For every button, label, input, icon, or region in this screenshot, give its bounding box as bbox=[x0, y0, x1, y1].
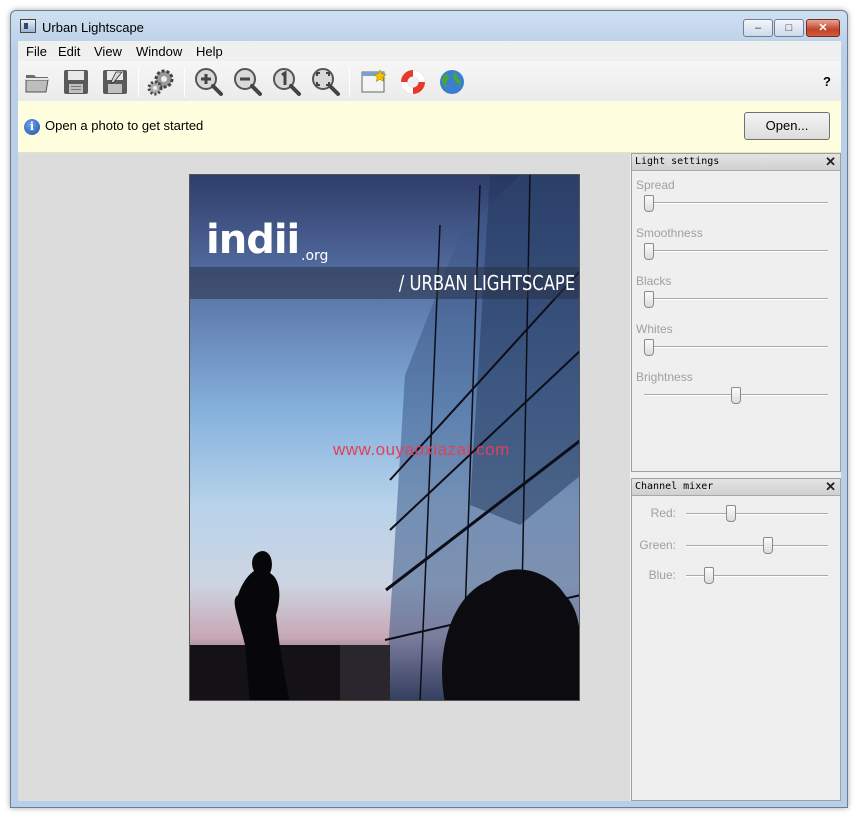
brightness-slider-handle[interactable] bbox=[731, 387, 741, 404]
save-icon[interactable] bbox=[60, 67, 92, 97]
whites-slider-track[interactable] bbox=[644, 346, 828, 348]
blue-slider-handle[interactable] bbox=[704, 567, 715, 584]
zoom-fit-icon[interactable] bbox=[310, 67, 342, 97]
menu-edit[interactable]: Edit bbox=[58, 44, 80, 59]
green-slider-handle[interactable] bbox=[762, 537, 773, 554]
close-icon[interactable]: ✕ bbox=[825, 154, 836, 170]
panel-title: Light settings bbox=[635, 156, 720, 167]
image-canvas[interactable]: indii .org / URBAN LIGHTSCAPE www.ouyaox… bbox=[18, 153, 630, 801]
open-button[interactable]: Open... bbox=[744, 112, 830, 140]
photo-brand: indii bbox=[206, 217, 300, 263]
blacks-slider-track[interactable] bbox=[644, 298, 828, 300]
panel-header[interactable]: Channel mixer ✕ bbox=[632, 479, 840, 496]
slider-label: Spread bbox=[636, 178, 675, 192]
toolbar-separator bbox=[349, 67, 350, 97]
minimize-button[interactable]: – bbox=[743, 19, 773, 37]
preview-image: indii .org / URBAN LIGHTSCAPE bbox=[189, 174, 580, 701]
slider-label: Brightness bbox=[636, 370, 693, 384]
info-bar: i Open a photo to get started Open... bbox=[18, 101, 841, 153]
menu-view[interactable]: View bbox=[94, 44, 122, 59]
zoom-actual-icon[interactable] bbox=[271, 67, 303, 97]
lifebuoy-icon[interactable] bbox=[397, 67, 429, 97]
close-icon[interactable]: ✕ bbox=[825, 479, 836, 495]
open-folder-icon[interactable] bbox=[22, 67, 54, 97]
slider-label: Smoothness bbox=[636, 226, 703, 240]
channel-mixer-panel: Channel mixer ✕ Red: Green: Blue: bbox=[631, 478, 841, 801]
menu-file[interactable]: File bbox=[26, 44, 47, 59]
toolbar-separator bbox=[184, 67, 185, 97]
green-label: Green: bbox=[639, 538, 676, 552]
toolbar-separator bbox=[138, 67, 139, 97]
red-label: Red: bbox=[650, 506, 676, 520]
panel-header[interactable]: Light settings ✕ bbox=[632, 154, 840, 171]
close-button[interactable]: ✕ bbox=[806, 19, 840, 37]
save-as-icon[interactable] bbox=[99, 67, 131, 97]
app-window: Urban Lightscape – □ ✕ File Edit View Wi… bbox=[10, 10, 848, 808]
globe-icon[interactable] bbox=[436, 67, 468, 97]
maximize-button[interactable]: □ bbox=[774, 19, 804, 37]
whites-slider-handle[interactable] bbox=[644, 339, 654, 356]
zoom-in-icon[interactable] bbox=[193, 67, 225, 97]
photo-brand-suffix: .org bbox=[301, 248, 329, 264]
app-icon bbox=[20, 19, 36, 33]
red-slider-track[interactable] bbox=[686, 513, 828, 515]
window-title: Urban Lightscape bbox=[42, 20, 144, 35]
spread-slider-track[interactable] bbox=[644, 202, 828, 204]
red-slider-handle[interactable] bbox=[725, 505, 736, 522]
help-button[interactable]: ? bbox=[823, 74, 831, 89]
toolbar: ? bbox=[18, 61, 841, 101]
menu-bar: File Edit View Window Help bbox=[18, 41, 841, 61]
client-area: File Edit View Window Help ? i Open a ph… bbox=[18, 41, 841, 801]
blue-label: Blue: bbox=[648, 568, 676, 582]
info-icon: i bbox=[24, 119, 40, 135]
green-slider-track[interactable] bbox=[686, 545, 828, 547]
new-window-icon[interactable] bbox=[358, 67, 390, 97]
settings-icon[interactable] bbox=[145, 67, 177, 97]
menu-help[interactable]: Help bbox=[196, 44, 223, 59]
menu-window[interactable]: Window bbox=[136, 44, 182, 59]
light-settings-panel: Light settings ✕ Spread Smoothness Black… bbox=[631, 153, 841, 472]
panel-title: Channel mixer bbox=[635, 481, 714, 492]
smoothness-slider-track[interactable] bbox=[644, 250, 828, 252]
blacks-slider-handle[interactable] bbox=[644, 291, 654, 308]
watermark-text: www.ouyaoxiazai.com bbox=[333, 440, 510, 459]
slider-label: Whites bbox=[636, 322, 673, 336]
info-message: Open a photo to get started bbox=[45, 118, 204, 133]
smoothness-slider-handle[interactable] bbox=[644, 243, 654, 260]
title-bar[interactable]: Urban Lightscape – □ ✕ bbox=[11, 11, 847, 41]
spread-slider-handle[interactable] bbox=[644, 195, 654, 212]
slider-label: Blacks bbox=[636, 274, 672, 288]
photo-title: / URBAN LIGHTSCAPE bbox=[398, 271, 575, 295]
zoom-out-icon[interactable] bbox=[232, 67, 264, 97]
